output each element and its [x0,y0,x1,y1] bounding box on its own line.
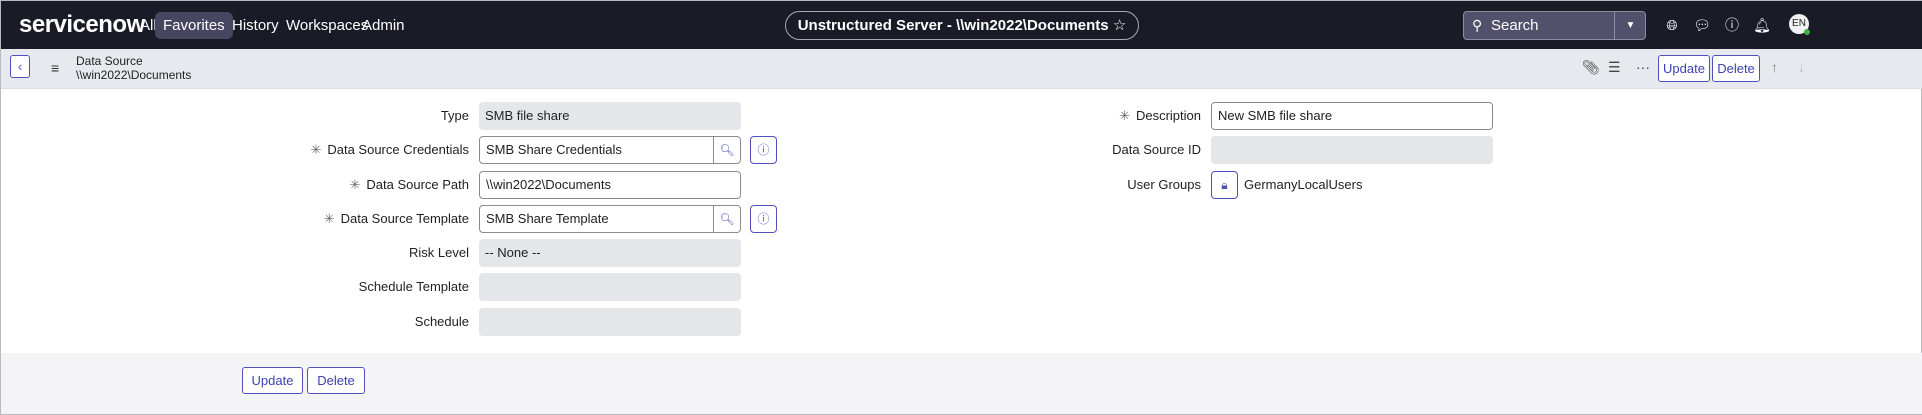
search-icon: ⚲ [1472,17,1483,33]
footer-update-button[interactable]: Update [242,367,303,394]
credentials-input[interactable]: SMB Share Credentials 🔍︎ [479,136,741,164]
record-title-pill[interactable]: Unstructured Server - \\win2022\Document… [785,11,1139,40]
description-input[interactable]: New SMB file share [1211,102,1493,130]
chat-icon[interactable]: 💬︎ [1692,15,1712,35]
record-title: Unstructured Server - \\win2022\Document… [797,17,1109,34]
template-label: ✳ Data Source Template [169,205,469,233]
unlock-user-groups-button[interactable]: 🔒︎ [1211,171,1238,199]
next-record-arrow-icon[interactable]: ↓ [1798,59,1805,75]
required-icon: ✳ [323,211,335,226]
type-label: Type [440,108,469,123]
data-source-id-field [1211,136,1493,164]
record-name: \\win2022\Documents [76,68,192,82]
path-label: ✳ Data Source Path [169,171,469,199]
back-button[interactable]: ‹ [10,55,30,78]
form-footer: Update Delete [1,353,1922,414]
personalize-sliders-icon[interactable]: ☰ [1608,59,1621,76]
footer-delete-button[interactable]: Delete [307,367,365,394]
credentials-label-text: Data Source Credentials [327,142,469,157]
data-source-id-label: Data Source ID [1112,142,1201,157]
required-icon: ✳ [310,142,322,157]
required-icon: ✳ [1119,108,1130,123]
user-groups-label: User Groups [1127,177,1201,192]
type-field: SMB file share [479,102,741,130]
user-groups-value: GermanyLocalUsers [1244,177,1363,192]
path-input[interactable]: \\win2022\Documents [479,171,741,199]
description-label: ✳ Description [901,102,1201,130]
previous-record-arrow-icon[interactable]: ↑ [1771,59,1778,75]
global-search[interactable]: ⚲ Search ▼ [1463,11,1646,40]
globe-icon[interactable]: 🌐︎ [1662,15,1682,35]
more-options-icon[interactable]: ··· [1636,59,1650,75]
search-scope-dropdown[interactable]: ▼ [1614,12,1646,39]
record-type: Data Source [76,54,143,68]
template-label-text: Data Source Template [340,211,469,226]
help-icon[interactable]: ⓘ [1722,15,1742,35]
credentials-label: ✳ Data Source Credentials [169,136,469,164]
lookup-search-icon[interactable]: 🔍︎ [713,137,740,163]
bell-icon[interactable]: 🔔︎ [1752,15,1772,35]
servicenow-logo[interactable]: servicenow [19,11,145,39]
hamburger-menu-icon[interactable]: ≡ [51,60,59,76]
required-icon: ✳ [349,177,361,192]
path-label-text: Data Source Path [366,177,469,192]
paperclip-icon[interactable]: 📎︎ [1582,59,1600,76]
nav-favorites[interactable]: Favorites [155,12,233,39]
credentials-info-button[interactable]: ⓘ [750,136,777,164]
lookup-search-icon[interactable]: 🔍︎ [713,206,740,232]
risk-level-label: Risk Level [409,245,469,260]
schedule-template-field [479,273,741,301]
star-icon[interactable]: ☆ [1113,17,1126,34]
template-input[interactable]: SMB Share Template 🔍︎ [479,205,741,233]
delete-button[interactable]: Delete [1712,55,1760,82]
top-nav-bar: servicenow All Favorites History Workspa… [1,1,1922,49]
search-input[interactable]: Search [1491,17,1539,34]
schedule-label: Schedule [414,314,469,329]
form-header: ‹ ≡ Data Source \\win2022\Documents 📎︎ ☰… [1,49,1922,89]
description-label-text: Description [1135,108,1201,123]
schedule-field [479,308,741,336]
risk-level-field: -- None -- [479,239,741,267]
template-info-button[interactable]: ⓘ [750,205,777,233]
nav-admin[interactable]: Admin [354,12,413,39]
template-value: SMB Share Template [486,211,609,226]
schedule-template-label: Schedule Template [358,279,469,294]
update-button[interactable]: Update [1658,55,1710,82]
presence-indicator [1804,29,1810,35]
credentials-value: SMB Share Credentials [486,142,622,157]
